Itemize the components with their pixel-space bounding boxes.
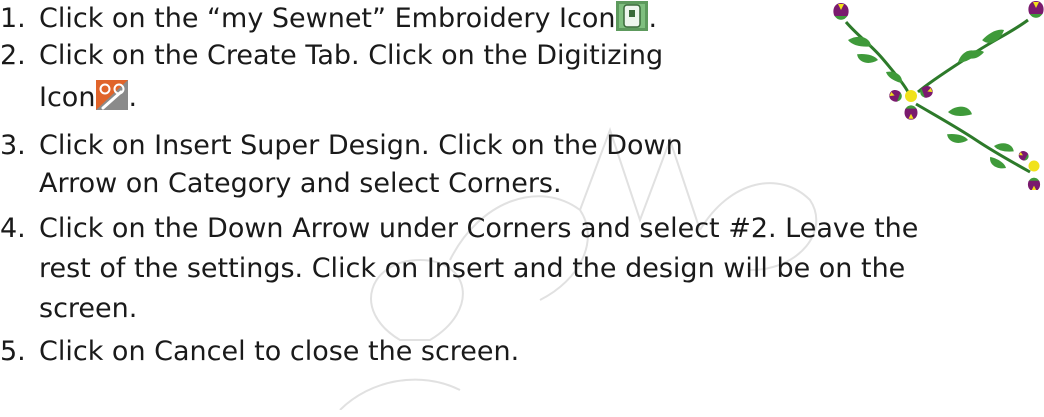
step-text: Click on Insert Super Design. Click on t… (39, 126, 683, 166)
step-line: Click on the Create Tab. Click on the Di… (39, 40, 664, 71)
sewnet-embroidery-icon (616, 1, 649, 31)
step-text: Click on the Create Tab. Click on the Di… (39, 36, 663, 76)
step-suffix: . (648, 3, 658, 34)
step-text: Click on the Down Arrow under Corners an… (39, 209, 918, 249)
step-text: Click on Cancel to close the screen. (39, 332, 519, 372)
step-line: rest of the settings. Click on Insert an… (39, 253, 906, 284)
step-number: 4. (0, 213, 26, 244)
corner-design-image (833, 1, 1044, 190)
step-line: Click on the “my Sewnet” Embroidery Icon (39, 3, 616, 34)
step-line: Click on Insert Super Design. Click on t… (39, 130, 683, 161)
step-line: Icon (39, 82, 96, 113)
step-text: Arrow on Category and select Corners. (39, 164, 562, 204)
step-text: Click on the “my Sewnet” Embroidery Icon… (39, 0, 657, 39)
step-line: Arrow on Category and select Corners. (39, 168, 562, 199)
step-suffix: . (128, 82, 138, 113)
step-text: rest of the settings. Click on Insert an… (39, 249, 905, 289)
step-text: screen. (39, 289, 137, 329)
step-line: Click on Cancel to close the screen. (39, 336, 520, 367)
step-line: screen. (39, 293, 138, 324)
step-number: 3. (0, 130, 26, 161)
step-line: Click on the Down Arrow under Corners an… (39, 213, 919, 244)
step-number: 1. (0, 3, 26, 34)
step-number: 2. (0, 40, 26, 71)
step-number: 5. (0, 336, 26, 367)
digitizing-icon (96, 80, 129, 110)
step-text: Icon . (39, 78, 137, 118)
